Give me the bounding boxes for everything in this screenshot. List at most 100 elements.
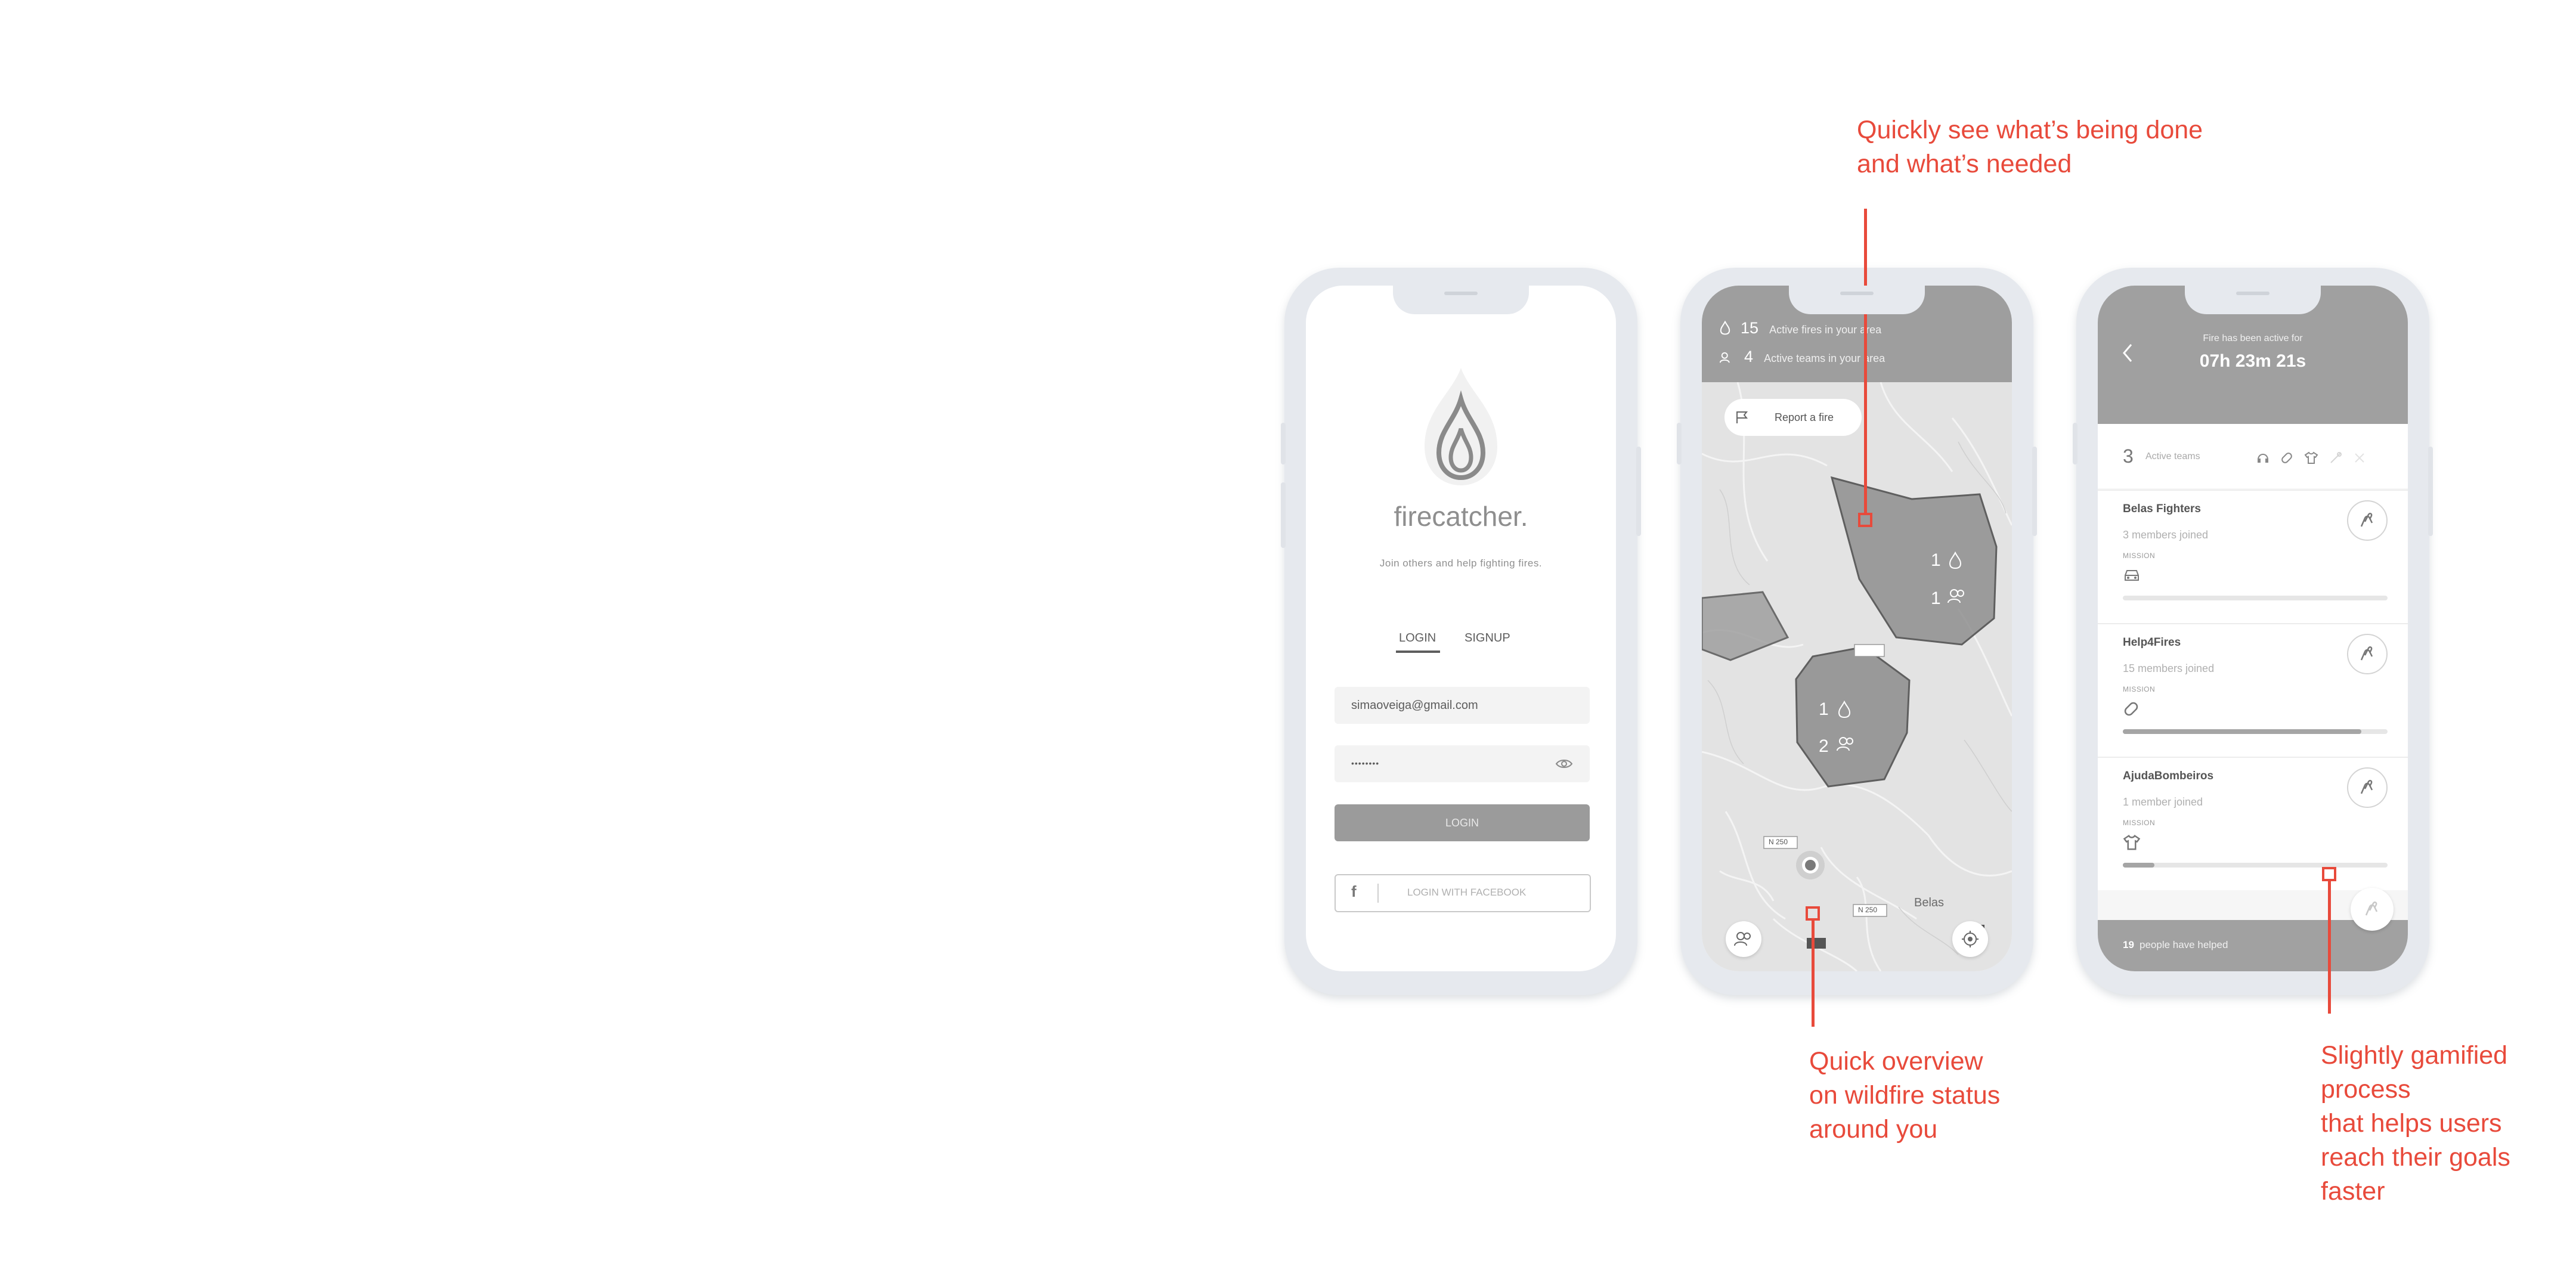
- phone-notch: [2185, 286, 2321, 314]
- team-name: Help4Fires: [2123, 636, 2181, 649]
- car-icon: [2125, 570, 2139, 581]
- login-button[interactable]: LOGIN: [1335, 804, 1590, 841]
- annotation-top: Quickly see what’s being done and what’s…: [1857, 113, 2203, 181]
- place-label: Belas: [1914, 896, 1945, 909]
- login-screen: firecatcher. Join others and help fighti…: [1306, 286, 1616, 971]
- mission-progress-bar: [2123, 596, 2388, 600]
- team-members: 1 member joined: [2123, 796, 2203, 808]
- active-for-label: Fire has been active for: [2203, 333, 2303, 343]
- zone-a-team-count: 1: [1931, 588, 1941, 608]
- flag-icon: [1736, 411, 1748, 423]
- join-hand-icon: [2365, 902, 2378, 916]
- helped-count: 19: [2123, 939, 2134, 950]
- join-fab[interactable]: [2351, 888, 2394, 931]
- tool-icon: [2330, 452, 2342, 463]
- fire-icon: [1720, 320, 1730, 335]
- locate-icon: [1962, 931, 1979, 947]
- map-screen: 1 1 1 2 N 250 N 250 Belas 15 Active fire…: [1702, 286, 2012, 971]
- shirt-icon: [2123, 835, 2141, 850]
- email-field[interactable]: simaoveiga@gmail.com: [1335, 687, 1590, 724]
- team-card-ajudabombeiros[interactable]: AjudaBombeiros 1 member joined MISSION: [2098, 757, 2408, 890]
- helped-label: people have helped: [2140, 939, 2228, 950]
- tagline: Join others and help fighting fires.: [1379, 557, 1543, 569]
- mission-progress-bar: [2123, 729, 2388, 734]
- phone-notch: [1393, 286, 1529, 314]
- facebook-login-button[interactable]: f LOGIN WITH FACEBOOK: [1335, 874, 1591, 912]
- annotation-line: Slightly gamified: [2321, 1041, 2508, 1070]
- teams-phone: Fire has been active for 07h 23m 21s 3 A…: [2073, 268, 2433, 995]
- mission-label: MISSION: [2123, 685, 2156, 693]
- tab-active-indicator: [1396, 651, 1440, 653]
- mission-progress-fill: [2123, 863, 2155, 868]
- teams-screen: Fire has been active for 07h 23m 21s 3 A…: [2098, 286, 2408, 971]
- annotation-bottom-right: Slightly gamified process that helps use…: [2321, 1039, 2510, 1209]
- fire-zone-b: [1795, 646, 1911, 788]
- tab-login[interactable]: LOGIN: [1399, 631, 1436, 645]
- login-phone: firecatcher. Join others and help fighti…: [1281, 268, 1641, 995]
- headphones-icon: [2258, 454, 2268, 463]
- team-icon: [1948, 589, 1964, 603]
- map-roads: [1702, 382, 2012, 971]
- mission-label: MISSION: [2123, 819, 2156, 827]
- annotation-line: and what’s needed: [1857, 150, 2072, 178]
- annotation-line: process: [2321, 1075, 2411, 1104]
- road-label: N 250: [1858, 906, 1878, 914]
- email-value: simaoveiga@gmail.com: [1351, 699, 1478, 712]
- teams-fab[interactable]: [1726, 921, 1761, 957]
- join-team-button[interactable]: [2347, 767, 2388, 808]
- flame-logo-icon: [1425, 368, 1497, 485]
- active-teams-line: 4 Active teams in your area: [1719, 348, 1885, 366]
- annotation-connector: [1812, 921, 1815, 1027]
- team-icon: [1837, 737, 1853, 751]
- team-card-help4fires[interactable]: Help4Fires 15 members joined MISSION: [2098, 623, 2408, 757]
- map-view[interactable]: 1 1 1 2 N 250 N 250 Belas: [1702, 382, 2012, 971]
- join-hand-icon: [2360, 646, 2373, 661]
- annotation-line: Quickly see what’s being done: [1857, 116, 2203, 144]
- mission-progress-fill: [2123, 729, 2361, 734]
- phone-notch: [1789, 286, 1925, 314]
- active-fires-count: 15: [1741, 319, 1759, 337]
- team-card-belas-fighters[interactable]: Belas Fighters 3 members joined MISSION: [2098, 490, 2408, 623]
- join-team-button[interactable]: [2347, 500, 2388, 541]
- map-phone: 1 1 1 2 N 250 N 250 Belas 15 Active fire…: [1677, 268, 2037, 995]
- facebook-button-label: LOGIN WITH FACEBOOK: [1407, 887, 1527, 898]
- annotation-bottom-left: Quick overview on wildfire status around…: [1809, 1045, 2000, 1147]
- zone-a-fire-count: 1: [1931, 550, 1941, 570]
- annotation-marker: [1858, 513, 1872, 527]
- tab-signup[interactable]: SIGNUP: [1465, 631, 1510, 645]
- annotation-line: on wildfire status: [1809, 1081, 2001, 1110]
- team-members: 3 members joined: [2123, 529, 2209, 541]
- annotation-connector: [1864, 209, 1867, 513]
- password-value: ••••••••: [1351, 758, 1380, 768]
- eye-icon[interactable]: [1555, 758, 1573, 769]
- active-teams-count: 3: [2123, 445, 2134, 467]
- fire-icon: [1949, 552, 1962, 569]
- active-teams-bar: 3 Active teams: [2098, 424, 2408, 488]
- password-field[interactable]: ••••••••: [1335, 745, 1590, 782]
- join-hand-icon: [2360, 513, 2373, 527]
- road-label: N 250: [1769, 838, 1788, 846]
- brand-name: firecatcher.: [1394, 501, 1528, 532]
- fire-timer: 07h 23m 21s: [2199, 351, 2306, 371]
- mission-label: MISSION: [2123, 552, 2156, 560]
- team-icon: [1719, 352, 1730, 363]
- annotation-line: faster: [2321, 1177, 2385, 1206]
- active-teams-label: Active teams: [2145, 451, 2200, 461]
- team-members: 15 members joined: [2123, 662, 2215, 674]
- team-icon: [1734, 932, 1751, 946]
- team-name: AjudaBombeiros: [2123, 770, 2214, 782]
- bandage-icon: [2281, 453, 2292, 463]
- annotation-line: around you: [1809, 1115, 1938, 1144]
- annotation-marker: [2322, 867, 2336, 881]
- fb-divider: [1377, 884, 1379, 903]
- extra-icon: [2355, 453, 2364, 463]
- join-team-button[interactable]: [2347, 634, 2388, 674]
- locate-me-button[interactable]: [1952, 921, 1988, 957]
- active-fires-line: 15 Active fires in your area: [1720, 319, 1881, 337]
- annotation-line: reach their goals: [2321, 1143, 2510, 1172]
- shirt-icon: [2304, 451, 2318, 464]
- fire-zone-left: [1702, 591, 1789, 661]
- fire-zone-a: [1830, 476, 1998, 646]
- annotation-connector: [2328, 881, 2331, 1014]
- report-fire-button[interactable]: Report a fire: [1724, 399, 1862, 436]
